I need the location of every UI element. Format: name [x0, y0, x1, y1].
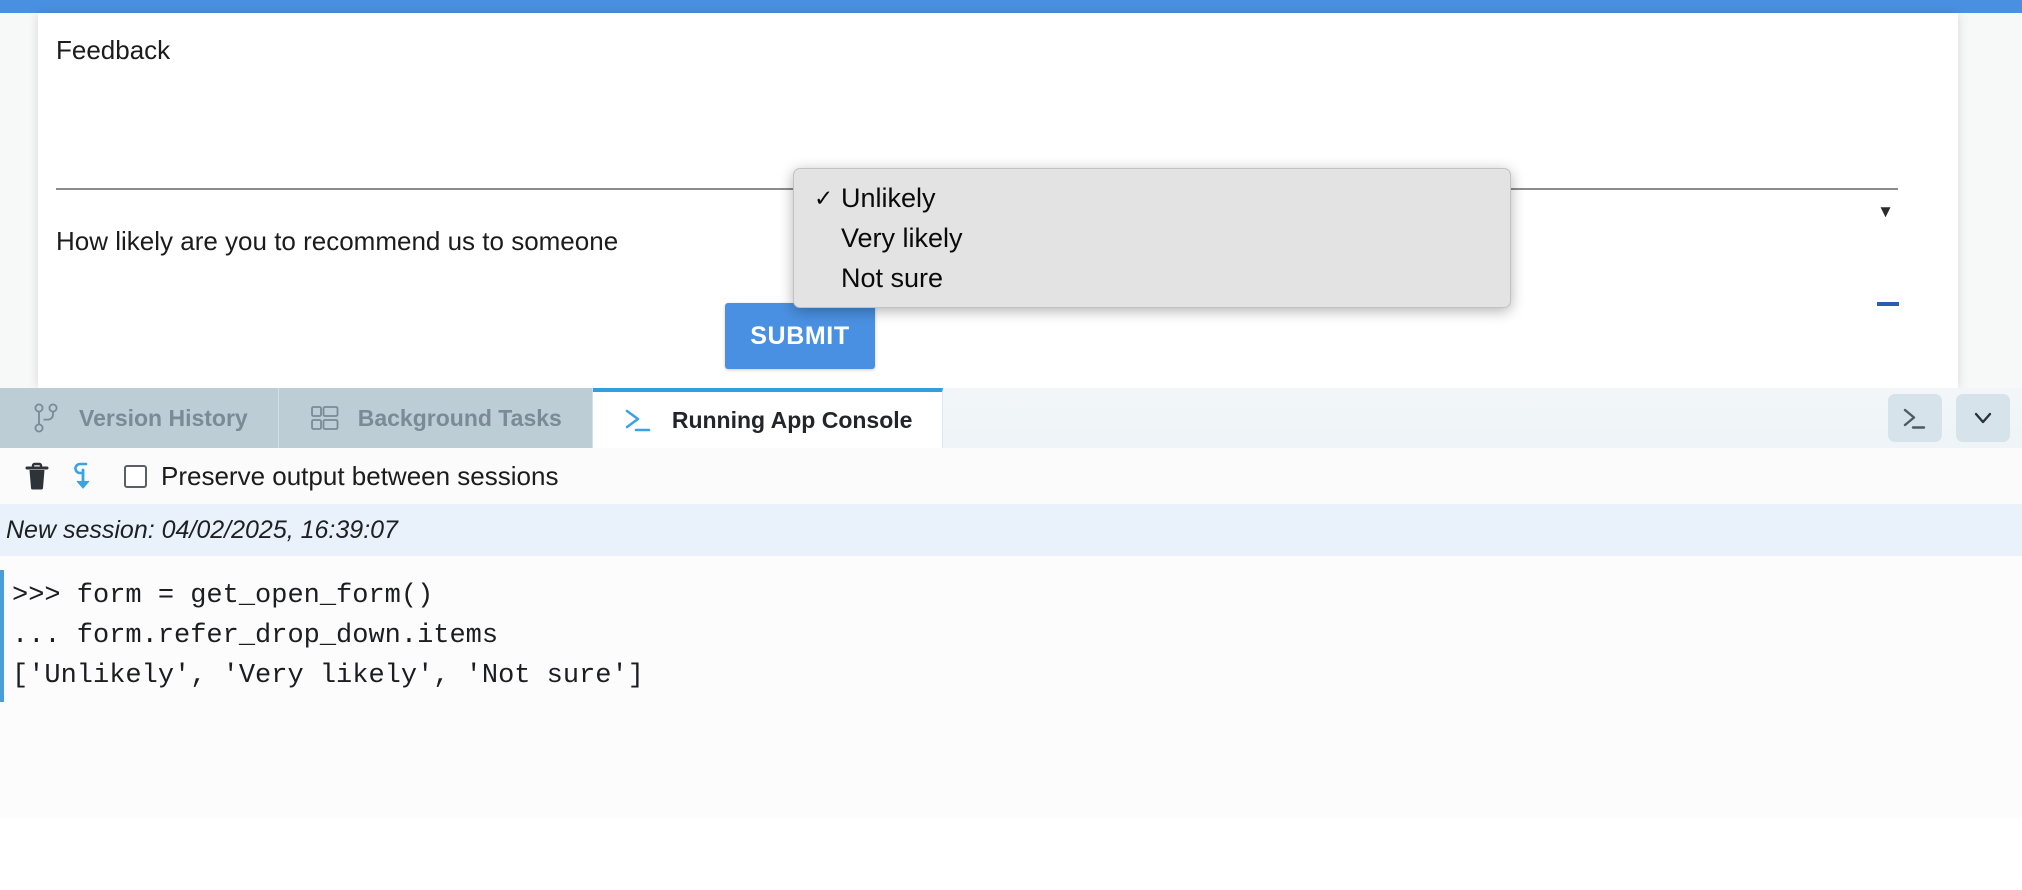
panel-tab-bar: Version History Background Tasks	[0, 388, 2022, 448]
check-icon: ✓	[814, 178, 833, 218]
scroll-to-bottom-button[interactable]	[60, 453, 106, 499]
tab-label: Running App Console	[672, 407, 913, 434]
console-line: ... form.refer_drop_down.items	[12, 616, 2022, 656]
app-top-bar	[0, 0, 2022, 13]
preserve-output-checkbox[interactable]: Preserve output between sessions	[124, 461, 558, 492]
feedback-label: Feedback	[56, 35, 170, 65]
scroll-to-bottom-icon	[70, 460, 96, 492]
dropdown-option-unlikely[interactable]: ✓ Unlikely	[794, 178, 1510, 218]
dropdown-option-not-sure[interactable]: Not sure	[794, 258, 1510, 298]
submit-button[interactable]: SUBMIT	[725, 303, 875, 369]
console-line: >>> form = get_open_form()	[12, 576, 2022, 616]
tab-bar-actions	[1888, 388, 2022, 448]
recommend-dropdown-control[interactable]: ▼	[1838, 203, 1898, 277]
dropdown-option-label: Unlikely	[841, 183, 936, 213]
collapse-panel-button[interactable]	[1956, 394, 2010, 442]
console-panel: Version History Background Tasks	[0, 388, 2022, 890]
tab-bar-spacer	[943, 388, 1888, 448]
dropdown-option-label: Very likely	[841, 223, 963, 253]
console-toolbar: Preserve output between sessions	[0, 448, 2022, 504]
tab-label: Background Tasks	[358, 405, 562, 432]
dashboard-grid-icon	[309, 402, 341, 434]
preserve-output-label: Preserve output between sessions	[161, 461, 558, 492]
tab-label: Version History	[79, 405, 248, 432]
dropdown-option-very-likely[interactable]: Very likely	[794, 218, 1510, 258]
checkbox-box[interactable]	[124, 465, 147, 488]
console-output: >>> form = get_open_form() ... form.refe…	[0, 556, 2022, 818]
session-banner: New session: 04/02/2025, 16:39:07	[0, 504, 2022, 556]
open-terminal-button[interactable]	[1888, 394, 1942, 442]
tab-running-app-console[interactable]: Running App Console	[593, 388, 944, 448]
chevron-down-icon	[1968, 404, 1998, 432]
tab-background-tasks[interactable]: Background Tasks	[279, 388, 593, 448]
chevron-down-icon: ▼	[1877, 203, 1894, 220]
clear-console-button[interactable]	[14, 453, 60, 499]
console-line: ['Unlikely', 'Very likely', 'Not sure']	[12, 656, 2022, 696]
feedback-textarea-field[interactable]: Feedback	[56, 35, 1898, 190]
dropdown-options-popup[interactable]: ✓ Unlikely Very likely Not sure	[793, 168, 1511, 308]
recommend-label: How likely are you to recommend us to so…	[56, 225, 618, 257]
trash-icon	[23, 460, 51, 492]
terminal-icon	[623, 404, 655, 436]
console-output-block: >>> form = get_open_form() ... form.refe…	[0, 570, 2022, 702]
app-root: Feedback How likely are you to recommend…	[0, 0, 2022, 890]
recommend-dropdown-underline	[1877, 302, 1899, 306]
session-banner-text: New session: 04/02/2025, 16:39:07	[6, 516, 398, 545]
terminal-icon	[1900, 404, 1930, 432]
dropdown-option-label: Not sure	[841, 263, 943, 293]
git-branch-icon	[30, 402, 62, 434]
tab-version-history[interactable]: Version History	[0, 388, 279, 448]
